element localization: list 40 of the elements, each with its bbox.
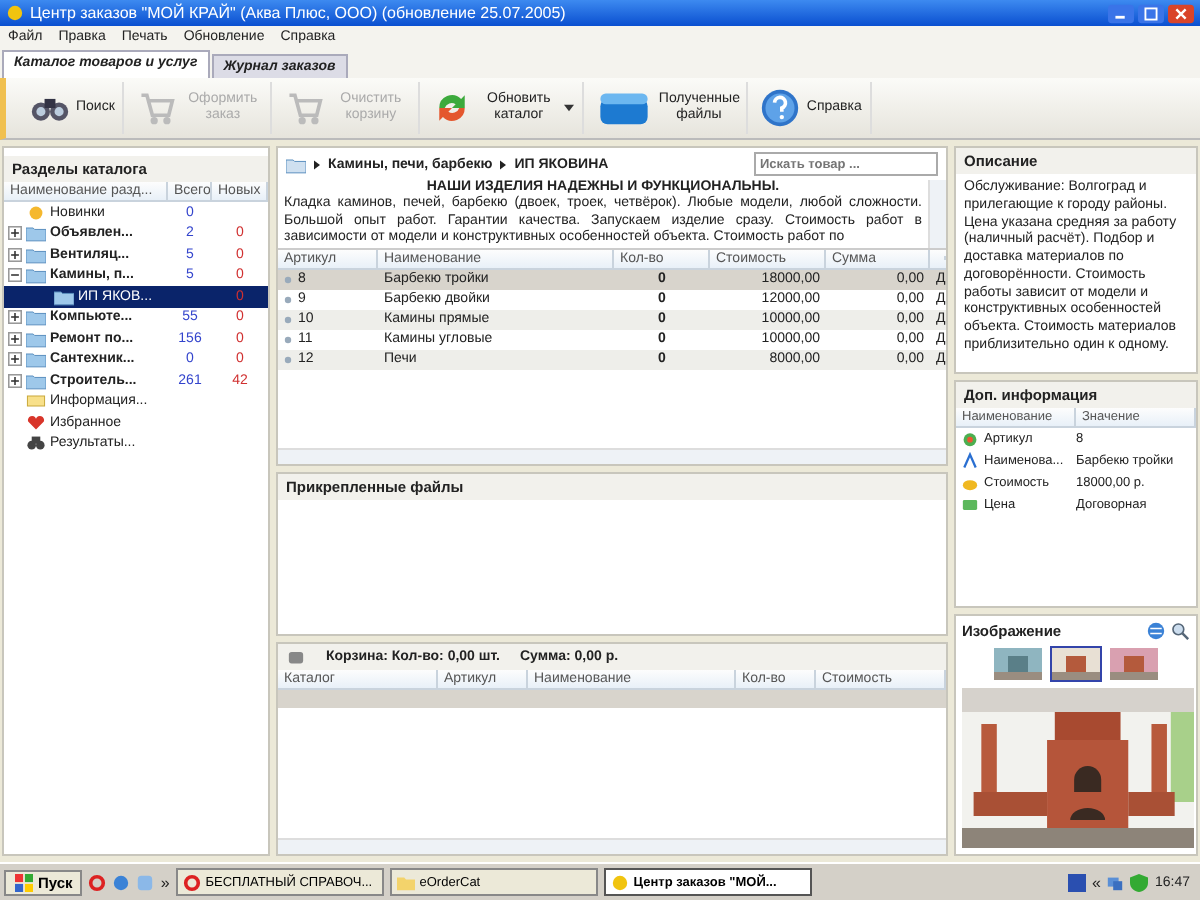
letter-a-icon [960, 452, 980, 470]
arrow-icon [314, 159, 320, 169]
bullet-icon [284, 275, 292, 284]
help-icon [760, 88, 801, 128]
app-icon [6, 4, 24, 22]
scrollbar[interactable] [928, 180, 946, 248]
bullet-icon [284, 315, 292, 324]
expander-icon[interactable] [8, 226, 22, 241]
caret-icon [564, 104, 575, 112]
expander-icon[interactable] [8, 352, 22, 367]
window-title: Центр заказов "МОЙ КРАЙ" (Аква Плюс, ООО) (обновление 25.07.2005) [30, 4, 568, 22]
scrollbar[interactable] [278, 448, 946, 464]
expander-icon[interactable] [8, 310, 22, 325]
heart-icon [26, 413, 46, 432]
ring-icon [181, 873, 202, 891]
box-icon [596, 88, 653, 128]
tray-expand-button[interactable]: « [1092, 873, 1101, 891]
maximize-icon[interactable] [1138, 3, 1164, 23]
expander-icon[interactable] [8, 331, 22, 346]
windows-logo-icon [14, 873, 34, 891]
network-icon[interactable] [1106, 873, 1125, 891]
folder-icon [286, 155, 306, 173]
expander-icon[interactable] [8, 373, 22, 388]
minimize-icon[interactable] [1108, 3, 1134, 23]
arrow-icon [500, 159, 507, 169]
ring-icon[interactable] [88, 873, 107, 891]
folder-icon [395, 873, 416, 891]
app-icon [609, 873, 630, 891]
scrollbar[interactable] [278, 838, 946, 854]
bullet-icon [284, 295, 292, 304]
expander-icon[interactable] [8, 268, 22, 283]
binoculars-icon [26, 434, 46, 453]
bullet-icon [284, 335, 292, 344]
note-icon [26, 392, 46, 411]
zoom-icon[interactable] [1170, 622, 1190, 640]
expander-icon[interactable] [8, 247, 22, 262]
keyboard-layout-icon[interactable] [1068, 873, 1087, 891]
close-icon[interactable] [1168, 3, 1194, 23]
bullet-icon [284, 355, 292, 364]
more-button[interactable]: » [160, 873, 170, 891]
